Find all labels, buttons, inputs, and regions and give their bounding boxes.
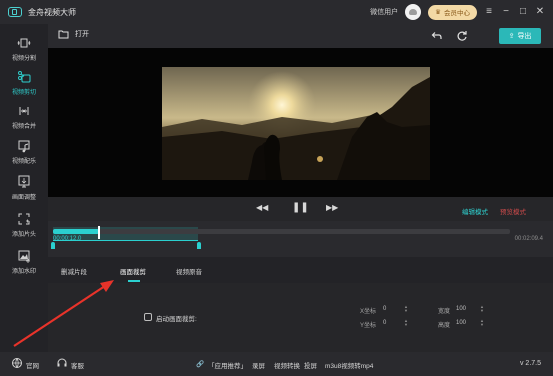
intro-icon xyxy=(18,213,30,225)
x-coordinate-label: X坐标 xyxy=(360,309,377,315)
sidebar-item-merge[interactable]: 视频合并 xyxy=(0,100,48,136)
preview-mode-button[interactable]: 预览模式 xyxy=(500,206,526,216)
playhead[interactable] xyxy=(97,226,100,239)
adjust-icon xyxy=(18,175,30,188)
headset-icon xyxy=(57,358,67,367)
export-label: 导出 xyxy=(517,33,532,40)
current-time: 00:00:12.0 xyxy=(53,236,82,242)
app-title: 金舟视频大师 xyxy=(28,7,76,17)
sidebar-item-label: 视频分割 xyxy=(11,56,36,62)
maximize-icon[interactable]: □ xyxy=(518,7,528,17)
pause-icon[interactable]: ❚❚ xyxy=(292,202,309,213)
undo-icon[interactable] xyxy=(430,30,442,42)
sidebar-item-cut[interactable]: 视频剪切 xyxy=(0,66,48,102)
x-coordinate-input[interactable]: 0 xyxy=(383,306,386,312)
clip-start-handle[interactable] xyxy=(51,242,55,249)
height-stepper[interactable]: ▲ ▼ xyxy=(480,319,484,327)
y-coordinate-label: Y坐标 xyxy=(360,323,377,329)
sidebar-item-music[interactable]: 视频配乐 xyxy=(0,135,48,171)
rewind-icon[interactable]: ◀◀ xyxy=(256,203,268,212)
timeline-track[interactable] xyxy=(53,229,510,234)
tab-original-audio[interactable]: 视频原音 xyxy=(176,266,202,276)
edit-tabs: 删减片段 画面裁剪 视频原音 xyxy=(48,257,553,283)
open-label: 打开 xyxy=(75,31,89,38)
version-label: v 2.7.5 xyxy=(519,360,541,367)
enable-crop-label: 启动画面裁剪: xyxy=(156,316,197,323)
link-icon: 🔗 xyxy=(196,361,205,368)
sidebar-item-label: 添加片头 xyxy=(11,232,36,238)
open-button[interactable]: 打开 xyxy=(58,29,89,39)
video-preview[interactable] xyxy=(48,48,553,197)
title-bar: 金舟视频大师 微信用户 ♛ 会员中心 ≡ − □ ✕ xyxy=(0,0,553,24)
globe-icon xyxy=(12,358,22,368)
folder-icon xyxy=(58,30,69,39)
recommend-screen-record[interactable]: 录屏 xyxy=(252,360,265,370)
height-label: 高度 xyxy=(438,323,451,329)
app-recommend-label: 「应用推荐」 xyxy=(208,363,247,370)
video-frame xyxy=(162,67,430,180)
cut-icon xyxy=(18,71,31,83)
menu-icon[interactable]: ≡ xyxy=(484,7,494,17)
export-button[interactable]: ⇪ 导出 xyxy=(499,28,541,44)
avatar[interactable] xyxy=(405,4,422,20)
recommend-screen-cast[interactable]: 投屏 xyxy=(304,360,317,370)
sidebar-item-label: 添加水印 xyxy=(11,269,36,275)
sidebar-item-split[interactable]: 视频分割 xyxy=(0,32,48,68)
user-name[interactable]: 微信用户 xyxy=(370,7,398,17)
sidebar-item-intro[interactable]: 添加片头 xyxy=(0,208,48,244)
member-center-button[interactable]: ♛ 会员中心 xyxy=(428,4,477,20)
sidebar-item-watermark[interactable]: 添加水印 xyxy=(0,245,48,281)
clip-end-handle[interactable] xyxy=(197,242,202,249)
sidebar-item-label: 视频配乐 xyxy=(11,159,36,165)
enable-crop-checkbox[interactable] xyxy=(144,313,152,321)
export-icon: ⇪ xyxy=(508,33,515,40)
tab-crop[interactable]: 画面裁剪 xyxy=(120,266,146,276)
timeline-progress xyxy=(53,229,99,234)
width-input[interactable]: 100 xyxy=(456,306,466,312)
x-coordinate-stepper[interactable]: ▲ ▼ xyxy=(404,305,408,313)
total-time: 00:02:09.4 xyxy=(514,236,543,242)
status-bar: 官网 客服 🔗 「应用推荐」 录屏 视频转换 投屏 m3u8视频转mp4 v 2… xyxy=(0,352,553,376)
sidebar: 视频分割 视频剪切 视频合并 视频配乐 画面调整 添加片头 添加水印 xyxy=(0,24,48,352)
sidebar-item-label: 视频剪切 xyxy=(11,90,36,96)
title-bar-right: 微信用户 ♛ 会员中心 ≡ − □ ✕ xyxy=(370,4,545,20)
watermark-icon xyxy=(18,250,30,263)
crop-panel: 启动画面裁剪: X坐标 0 ▲ ▼ Y坐标 0 ▲ ▼ 宽度 100 ▲ ▼ 高度 1… xyxy=(48,283,553,352)
height-input[interactable]: 100 xyxy=(456,320,466,326)
fast-forward-icon[interactable]: ▶▶ xyxy=(326,203,338,212)
refresh-icon[interactable] xyxy=(456,30,468,42)
player-controls: ◀◀ ❚❚ ▶▶ 编辑模式 预览模式 xyxy=(48,197,553,221)
music-icon xyxy=(18,140,30,153)
merge-icon xyxy=(19,107,29,115)
crown-icon: ♛ xyxy=(435,9,441,16)
member-center-label: 会员中心 xyxy=(444,10,470,17)
split-icon xyxy=(17,38,31,48)
edit-mode-button[interactable]: 编辑模式 xyxy=(462,206,488,216)
recommend-m3u8-convert[interactable]: m3u8视频转mp4 xyxy=(325,360,373,370)
y-coordinate-stepper[interactable]: ▲ ▼ xyxy=(404,319,408,327)
minimize-icon[interactable]: − xyxy=(501,7,511,17)
y-coordinate-input[interactable]: 0 xyxy=(383,320,386,326)
website-link[interactable]: 官网 xyxy=(26,360,39,370)
recommend-video-convert[interactable]: 视频转换 xyxy=(274,360,300,370)
close-icon[interactable]: ✕ xyxy=(535,7,545,17)
active-tab-indicator xyxy=(128,280,140,282)
width-label: 宽度 xyxy=(438,309,451,315)
width-stepper[interactable]: ▲ ▼ xyxy=(480,305,484,313)
app-logo-icon xyxy=(8,7,22,17)
sidebar-item-label: 画面调整 xyxy=(11,195,36,201)
sidebar-item-label: 视频合并 xyxy=(11,124,36,130)
tab-trim-segment[interactable]: 删减片段 xyxy=(61,266,87,276)
toolbar: 打开 ⇪ 导出 xyxy=(48,24,553,48)
support-link[interactable]: 客服 xyxy=(71,360,84,370)
timeline[interactable]: 00:00:12.0 00:02:09.4 xyxy=(48,221,553,257)
sidebar-item-adjust[interactable]: 画面调整 xyxy=(0,171,48,207)
